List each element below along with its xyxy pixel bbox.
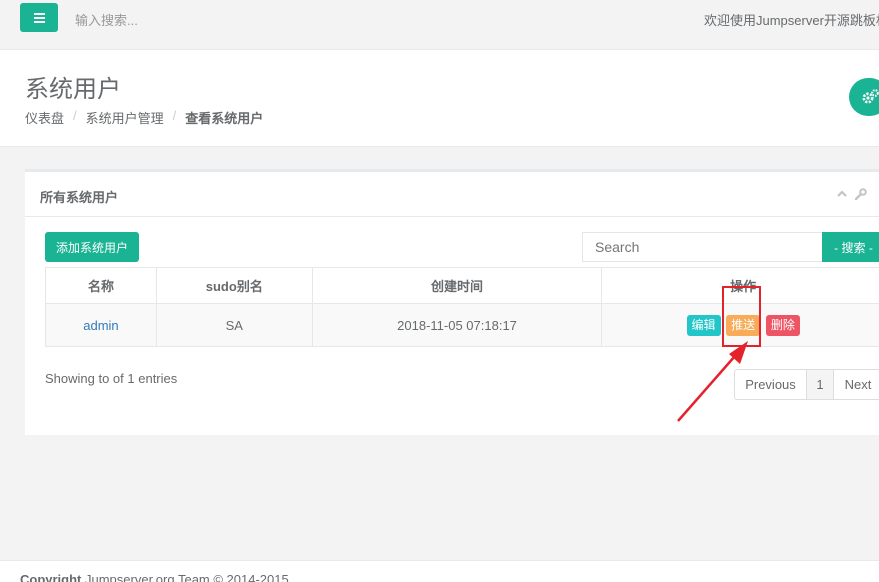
copyright-text: Copyright Jumpserver.org Team © 2014-201… xyxy=(20,572,289,582)
copyright-label: Copyright xyxy=(20,572,82,582)
copyright-owner: Jumpserver.org Team © 2014-2015 xyxy=(81,572,289,582)
annotation-arrow-icon xyxy=(677,341,748,422)
footer: Copyright Jumpserver.org Team © 2014-201… xyxy=(0,560,879,582)
